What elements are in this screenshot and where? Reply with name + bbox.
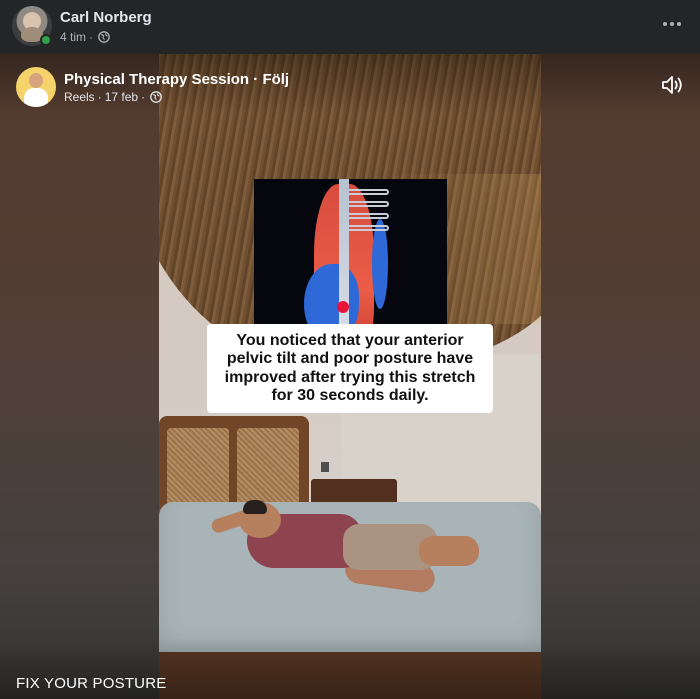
meta-separator: · xyxy=(97,90,102,104)
globe-icon xyxy=(98,31,110,43)
meta-separator: · xyxy=(141,90,146,104)
caption-text: You noticed that your anterior pelvic ti… xyxy=(224,331,476,405)
follow-button[interactable]: Följ xyxy=(262,71,289,88)
reel-date[interactable]: 17 feb xyxy=(105,90,138,104)
page-name[interactable]: Physical Therapy Session xyxy=(64,71,249,88)
page-avatar[interactable] xyxy=(16,67,56,107)
post-time[interactable]: 4 tim xyxy=(60,30,86,44)
post-header: Carl Norberg 4 tim · xyxy=(0,0,700,54)
more-options-icon xyxy=(663,22,668,26)
page-name-row: Physical Therapy Session · Följ xyxy=(64,71,289,88)
caption-box: You noticed that your anterior pelvic ti… xyxy=(207,324,493,413)
author-name[interactable]: Carl Norberg xyxy=(60,9,152,26)
reel-video[interactable]: You noticed that your anterior pelvic ti… xyxy=(0,54,700,699)
speaker-icon[interactable] xyxy=(660,74,684,96)
reel-title: FIX YOUR POSTURE xyxy=(16,675,167,692)
globe-icon xyxy=(150,91,162,103)
more-options-button[interactable] xyxy=(658,13,686,35)
meta-separator: · xyxy=(89,30,94,44)
post-meta: 4 tim · xyxy=(60,30,110,44)
follow-separator: · xyxy=(249,71,263,88)
reel-meta: Reels · 17 feb · xyxy=(64,90,162,104)
online-status-indicator xyxy=(40,34,52,46)
reels-link[interactable]: Reels xyxy=(64,90,95,104)
